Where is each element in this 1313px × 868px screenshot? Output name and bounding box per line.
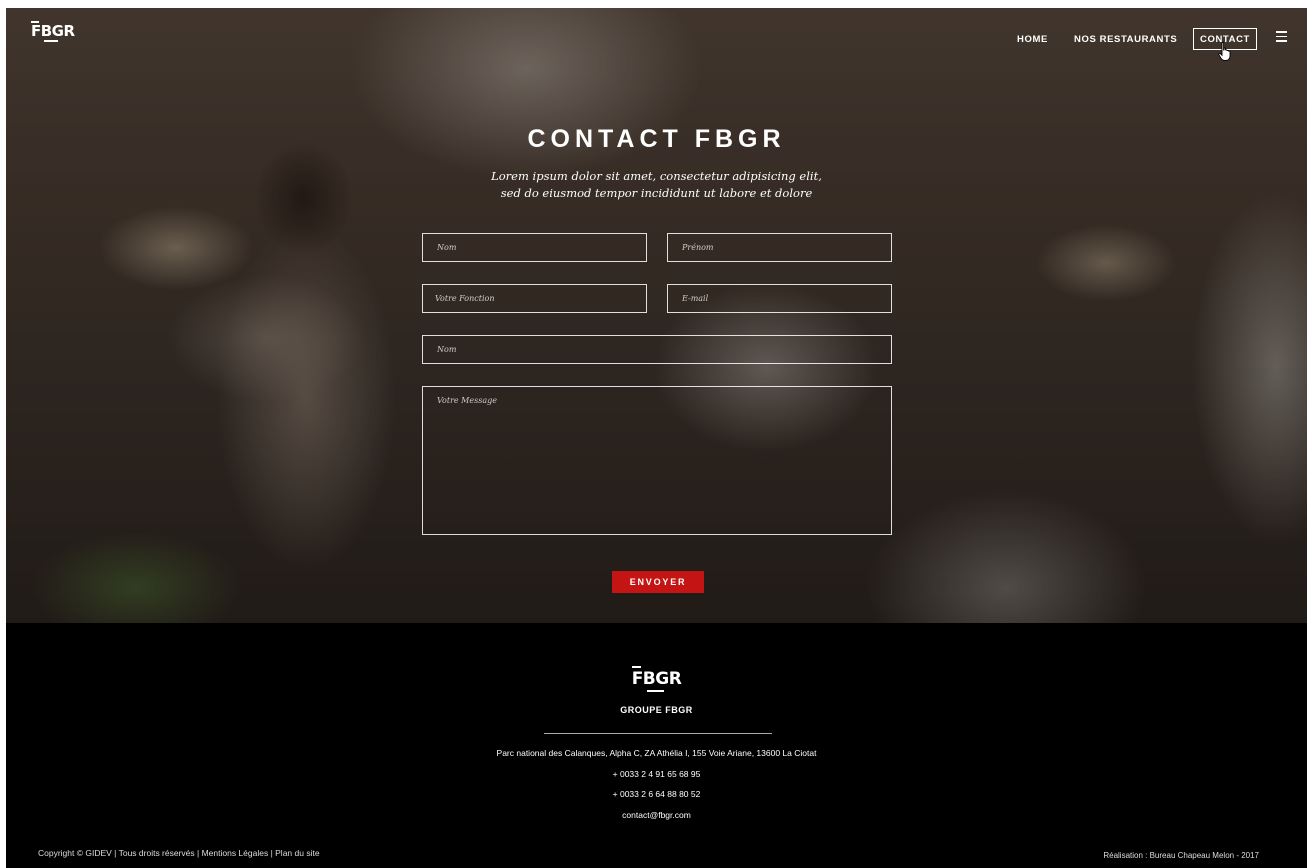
prenom-input[interactable] [667,233,892,262]
footer-email[interactable]: contact@fbgr.com [6,808,1307,829]
footer-copyright[interactable]: Copyright © GIDEV | Tous droits réservés… [38,848,320,858]
footer-credit: Réalisation : Bureau Chapeau Melon - 201… [1103,851,1259,860]
footer-divider [544,733,772,734]
footer-phone-1: + 0033 2 4 91 65 68 95 [612,768,701,779]
site-logo[interactable]: FBGR [31,21,75,42]
logo-text: FBGR [31,22,75,40]
nom-input[interactable] [422,233,647,262]
email-input[interactable] [667,284,892,313]
footer-phone-2: + 0033 2 6 64 88 80 52 [612,789,701,799]
footer-logo-text: FBGR [631,669,682,689]
send-button[interactable]: ENVOYER [612,571,704,593]
message-textarea[interactable] [422,386,892,535]
fonction-input[interactable] [422,284,647,313]
page-subtitle: Lorem ipsum dolor sit amet, consectetur … [0,168,1313,202]
hand-pointer-icon [1218,42,1231,61]
nav-home[interactable]: HOME [1017,34,1048,45]
subtitle-line-1: Lorem ipsum dolor sit amet, consectetur … [491,169,822,183]
footer-address: Parc national des Calanques, Alpha C, ZA… [496,748,817,758]
footer-contact-info: Parc national des Calanques, Alpha C, ZA… [6,746,1307,828]
nav-nos-restaurants[interactable]: NOS RESTAURANTS [1074,34,1177,45]
footer-logo[interactable]: FBGR [6,666,1307,692]
subtitle-line-2: sed do eiusmod tempor incididunt ut labo… [500,186,813,200]
site-footer: FBGR GROUPE FBGR Parc national des Calan… [6,623,1307,868]
page-title: CONTACT FBGR [527,125,786,153]
nom-input-2[interactable] [422,335,892,364]
hamburger-icon[interactable] [1276,31,1287,45]
footer-group-name: GROUPE FBGR [620,705,693,715]
